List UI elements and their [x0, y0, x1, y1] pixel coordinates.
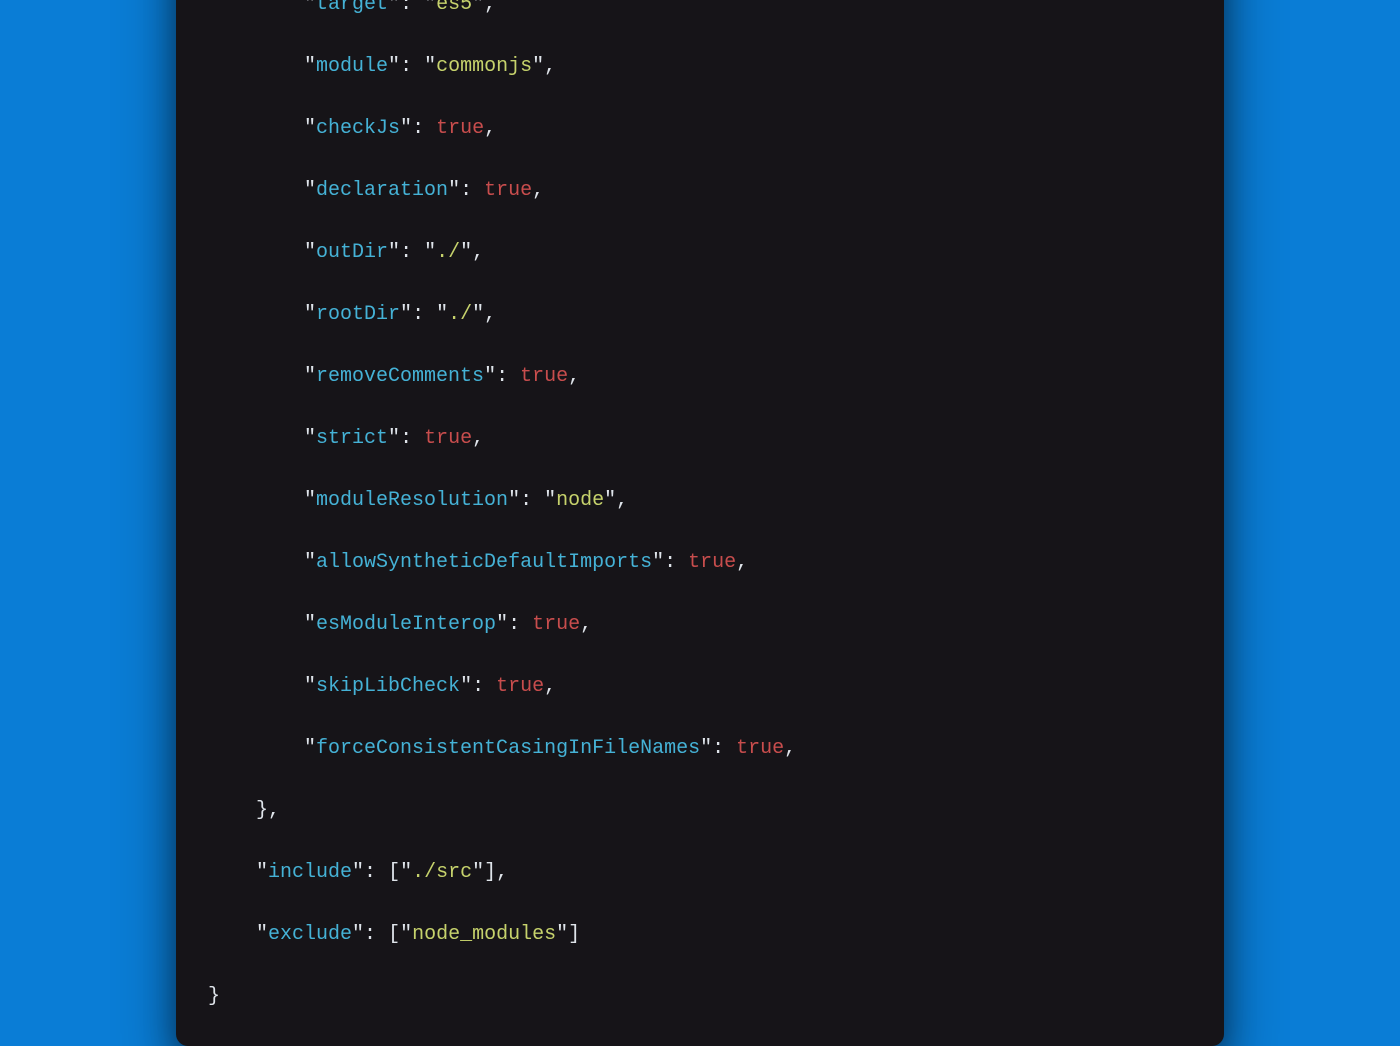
val-exclude: node_modules — [412, 923, 556, 946]
val-target: es5 — [436, 0, 472, 16]
val-include: ./src — [412, 861, 472, 884]
key-exclude: exclude — [268, 923, 352, 946]
val-outDir: ./ — [436, 241, 460, 264]
key-moduleResolution: moduleResolution — [316, 489, 508, 512]
code-line: "declaration": true, — [208, 175, 1192, 206]
val-removeComments: true — [520, 365, 568, 388]
key-declaration: declaration — [316, 179, 448, 202]
code-line: "forceConsistentCasingInFileNames": true… — [208, 733, 1192, 764]
code-line: "exclude": ["node_modules"] — [208, 919, 1192, 950]
code-line: "checkJs": true, — [208, 113, 1192, 144]
val-rootDir: ./ — [448, 303, 472, 326]
key-rootDir: rootDir — [316, 303, 400, 326]
code-line: "removeComments": true, — [208, 361, 1192, 392]
code-line: "module": "commonjs", — [208, 51, 1192, 82]
code-line: "moduleResolution": "node", — [208, 485, 1192, 516]
key-allowSyntheticDefaultImports: allowSyntheticDefaultImports — [316, 551, 652, 574]
key-strict: strict — [316, 427, 388, 450]
val-declaration: true — [484, 179, 532, 202]
key-checkJs: checkJs — [316, 117, 400, 140]
val-strict: true — [424, 427, 472, 450]
brace-close: } — [208, 985, 220, 1008]
val-moduleResolution: node — [556, 489, 604, 512]
val-esModuleInterop: true — [532, 613, 580, 636]
code-line: "strict": true, — [208, 423, 1192, 454]
code-block: { "compilerOptions": { "target": "es5", … — [208, 0, 1192, 1012]
code-line: } — [208, 981, 1192, 1012]
code-line: "allowSyntheticDefaultImports": true, — [208, 547, 1192, 578]
key-outDir: outDir — [316, 241, 388, 264]
key-module: module — [316, 55, 388, 78]
key-target: target — [316, 0, 388, 16]
val-forceConsistentCasingInFileNames: true — [736, 737, 784, 760]
code-line: "esModuleInterop": true, — [208, 609, 1192, 640]
key-esModuleInterop: esModuleInterop — [316, 613, 496, 636]
val-checkJs: true — [436, 117, 484, 140]
val-allowSyntheticDefaultImports: true — [688, 551, 736, 574]
code-window: { "compilerOptions": { "target": "es5", … — [176, 0, 1224, 1046]
code-line: }, — [208, 795, 1192, 826]
code-line: "skipLibCheck": true, — [208, 671, 1192, 702]
code-line: "target": "es5", — [208, 0, 1192, 20]
val-skipLibCheck: true — [496, 675, 544, 698]
val-module: commonjs — [436, 55, 532, 78]
key-forceConsistentCasingInFileNames: forceConsistentCasingInFileNames — [316, 737, 700, 760]
code-line: "outDir": "./", — [208, 237, 1192, 268]
key-include: include — [268, 861, 352, 884]
code-line: "rootDir": "./", — [208, 299, 1192, 330]
key-removeComments: removeComments — [316, 365, 484, 388]
key-skipLibCheck: skipLibCheck — [316, 675, 460, 698]
code-line: "include": ["./src"], — [208, 857, 1192, 888]
